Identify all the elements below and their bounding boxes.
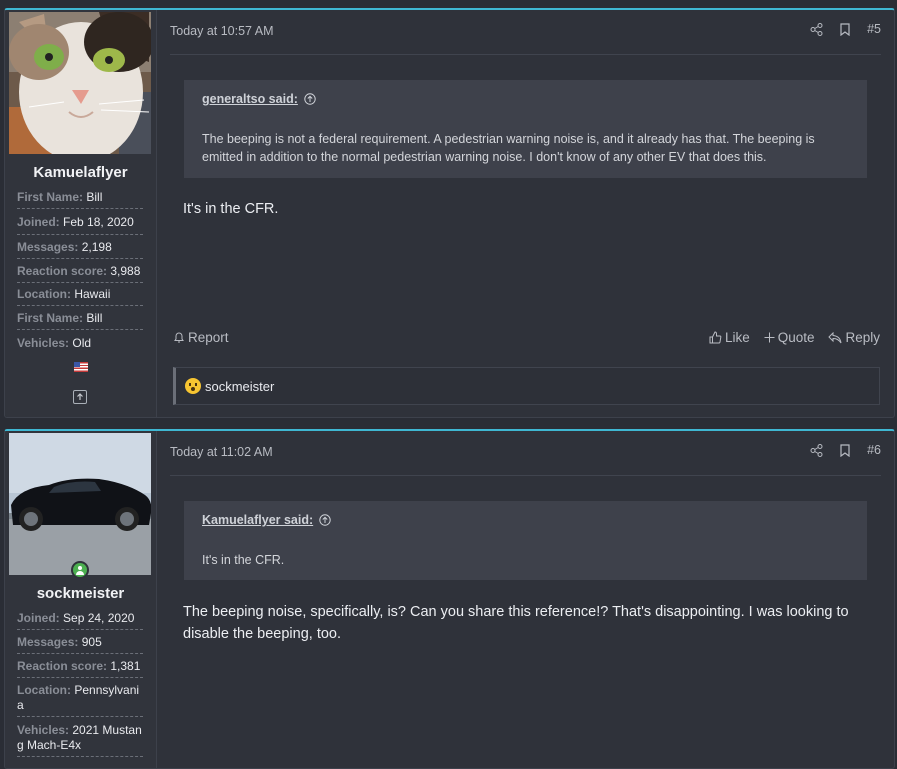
report-label[interactable]: Report: [188, 330, 229, 345]
fact-vehicles: Vehicles: Old: [17, 330, 143, 354]
fact-value: 905: [81, 635, 102, 649]
post-meta: Today at 11:02 AM #6: [170, 441, 881, 476]
arrow-up-circle-icon[interactable]: [319, 514, 331, 526]
user-facts: Joined: Sep 24, 2020 Messages: 905 React…: [17, 608, 143, 757]
fact-key: Messages:: [17, 240, 79, 254]
fact-first-name: First Name: Bill: [17, 187, 143, 209]
fact-vehicles: Vehicles: 2021 Mustang Mach-E4x: [17, 717, 143, 757]
online-status-icon: [71, 561, 89, 579]
quote-author[interactable]: generaltso said:: [202, 92, 316, 106]
plus-icon: [764, 332, 775, 343]
fact-key: Reaction score:: [17, 659, 108, 673]
post-number[interactable]: #6: [867, 443, 881, 457]
fact-location: Location: Hawaii: [17, 283, 143, 306]
reply-icon: [828, 331, 842, 343]
quote-text: The beeping is not a federal requirement…: [202, 132, 815, 164]
fact-value: 3,988: [110, 264, 141, 278]
fact-value: Bill: [86, 190, 103, 204]
arrow-up-circle-icon[interactable]: [73, 390, 87, 404]
fact-first-name: First Name: Bill: [17, 306, 143, 330]
quote-text: It's in the CFR.: [202, 553, 285, 567]
fact-key: Reaction score:: [17, 264, 108, 278]
user-facts: First Name: Bill Joined: Feb 18, 2020 Me…: [17, 187, 143, 354]
share-icon[interactable]: [810, 22, 823, 36]
fact-value: Hawaii: [74, 287, 111, 301]
fact-key: Joined:: [17, 611, 60, 625]
post-meta: Today at 10:57 AM #5: [170, 20, 881, 55]
fact-key: First Name:: [17, 190, 84, 204]
report-link[interactable]: Report: [173, 330, 229, 345]
fact-value: Old: [72, 336, 92, 350]
fact-key: Messages:: [17, 635, 79, 649]
avatar-sockmeister[interactable]: [9, 433, 151, 575]
fact-joined: Joined: Sep 24, 2020: [17, 608, 143, 630]
user-panel: Kamuelaflyer First Name: Bill Joined: Fe…: [5, 10, 157, 417]
fact-value: 2,198: [81, 240, 112, 254]
fact-key: Joined:: [17, 215, 60, 229]
reply-button[interactable]: Reply: [828, 330, 880, 345]
post-5: Kamuelaflyer First Name: Bill Joined: Fe…: [4, 8, 895, 418]
fact-messages: Messages: 905: [17, 630, 143, 654]
arrow-up-circle-icon[interactable]: [304, 93, 316, 105]
quote-block: Kamuelaflyer said: It's in the CFR.: [184, 501, 867, 580]
quote-label[interactable]: Quote: [778, 330, 815, 345]
post-main: Today at 11:02 AM #6 Kamuelaflyer said: …: [157, 431, 894, 768]
fact-messages: Messages: 2,198: [17, 235, 143, 259]
user-panel: sockmeister Joined: Sep 24, 2020 Message…: [5, 431, 157, 768]
like-button[interactable]: Like: [709, 330, 750, 345]
wow-emoji-icon: [185, 378, 201, 394]
username[interactable]: Kamuelaflyer: [5, 164, 156, 181]
quote-author-text[interactable]: Kamuelaflyer said:: [202, 513, 313, 527]
fact-location: Location: Pennsylvania: [17, 678, 143, 717]
reactions-bar[interactable]: sockmeister: [173, 367, 880, 405]
avatar-kamuelaflyer[interactable]: [9, 12, 151, 154]
thumbs-up-icon: [709, 331, 722, 344]
post-date[interactable]: Today at 10:57 AM: [170, 24, 274, 38]
quote-author[interactable]: Kamuelaflyer said:: [202, 513, 331, 527]
post-message: The beeping noise, specifically, is? Can…: [183, 604, 849, 642]
fact-reaction-score: Reaction score: 3,988: [17, 259, 143, 283]
fact-reaction-score: Reaction score: 1,381: [17, 654, 143, 678]
reply-label[interactable]: Reply: [845, 330, 880, 345]
quote-button[interactable]: Quote: [764, 330, 815, 345]
fact-value: Sep 24, 2020: [63, 611, 135, 625]
post-6: sockmeister Joined: Sep 24, 2020 Message…: [4, 429, 895, 769]
fact-key: Vehicles:: [17, 336, 70, 350]
us-flag-icon: [74, 362, 88, 372]
reaction-user[interactable]: sockmeister: [205, 379, 274, 394]
quote-author-text[interactable]: generaltso said:: [202, 92, 298, 106]
bookmark-icon[interactable]: [839, 443, 851, 457]
quote-block: generaltso said: The beeping is not a fe…: [184, 80, 867, 178]
fact-joined: Joined: Feb 18, 2020: [17, 209, 143, 235]
like-label[interactable]: Like: [725, 330, 750, 345]
fact-value: Bill: [86, 311, 103, 325]
post-number[interactable]: #5: [867, 22, 881, 36]
fact-key: Location:: [17, 287, 71, 301]
fact-key: Location:: [17, 683, 71, 697]
post-main: Today at 10:57 AM #5 generaltso said: Th…: [157, 10, 894, 417]
fact-value: 1,381: [110, 659, 141, 673]
fact-key: Vehicles:: [17, 723, 70, 737]
bookmark-icon[interactable]: [839, 22, 851, 36]
bell-icon: [174, 332, 184, 343]
fact-key: First Name:: [17, 311, 84, 325]
fact-value: Feb 18, 2020: [63, 215, 134, 229]
post-message: It's in the CFR.: [183, 201, 279, 217]
share-icon[interactable]: [810, 443, 823, 457]
username[interactable]: sockmeister: [5, 585, 156, 602]
post-date[interactable]: Today at 11:02 AM: [170, 445, 273, 459]
